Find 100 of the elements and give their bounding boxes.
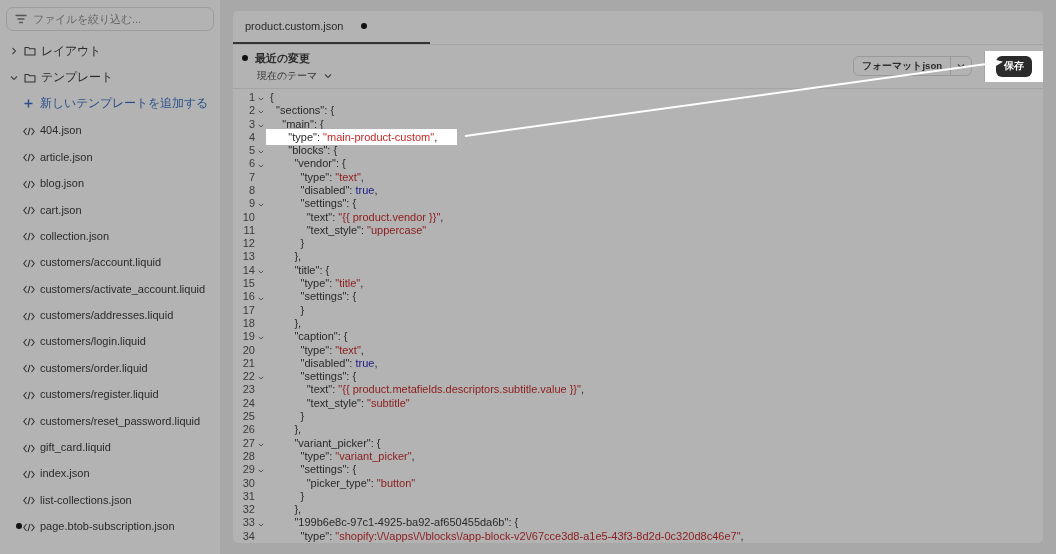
bullet-icon — [242, 55, 248, 62]
code-line: }, — [293, 316, 303, 331]
line-number: 29 — [241, 463, 255, 477]
chevron-icon[interactable] — [10, 47, 18, 56]
code-line: "type": "title", — [299, 277, 365, 291]
code-line: { — [269, 90, 275, 105]
code-line: "type": "text", — [299, 170, 365, 184]
line-number: 20 — [241, 343, 255, 357]
code-line: "type": "variant_picker", — [299, 449, 416, 464]
file-item[interactable]: customers/register.liquid — [40, 388, 159, 401]
code-line: "blocks": { — [287, 144, 339, 158]
line-number: 4 — [247, 130, 255, 145]
code-icon — [23, 336, 35, 347]
file-tab[interactable]: product.custom.json — [233, 11, 430, 44]
line-number: 18 — [241, 316, 255, 331]
filter-field[interactable]: ファイルを絞り込む... — [6, 7, 214, 31]
code-line: "settings": { — [299, 197, 358, 211]
code-icon — [23, 151, 35, 163]
code-line: "settings": { — [299, 370, 358, 384]
line-number: 24 — [241, 396, 255, 411]
code-line: }, — [293, 423, 303, 437]
line-number: 10 — [241, 210, 255, 224]
code-line: } — [299, 237, 306, 251]
code-line: "type": "shopify:\/\/apps\/\/blocks\/app-block-v2\/67cce3d8-a1e5-43f3-8d2d-0c320d8c46e7", — [299, 529, 745, 543]
line-number: 14 — [241, 263, 255, 278]
folder-icon — [24, 46, 36, 57]
fold-icon[interactable] — [257, 97, 264, 102]
fold-icon[interactable] — [257, 376, 264, 381]
filter-icon — [15, 14, 27, 24]
fold-icon[interactable] — [257, 110, 264, 115]
line-number: 9 — [247, 197, 255, 211]
line-number: 27 — [241, 436, 255, 450]
file-item[interactable]: page.btob-subscription.json — [40, 520, 175, 533]
code-line: "caption": { — [293, 330, 349, 344]
folder-icon — [24, 72, 36, 83]
file-item[interactable]: customers/login.liquid — [40, 335, 146, 348]
line-number: 6 — [247, 157, 255, 171]
file-item[interactable]: customers/reset_password.liquid — [40, 414, 201, 427]
format-button[interactable]: フォーマットjson — [853, 56, 972, 77]
fold-icon[interactable] — [257, 269, 264, 274]
fold-icon[interactable] — [257, 442, 264, 447]
fold-icon[interactable] — [257, 296, 264, 301]
line-number: 30 — [241, 476, 255, 490]
file-item[interactable]: customers/addresses.liquid — [40, 309, 174, 322]
save-button[interactable]: 保存 — [996, 55, 1032, 77]
plus-icon — [24, 99, 33, 109]
file-item[interactable]: gift_card.liquid — [40, 441, 111, 454]
code-icon — [23, 415, 35, 427]
line-number: 25 — [241, 410, 255, 424]
code-line: } — [299, 410, 306, 424]
folder-item[interactable]: テンプレート — [41, 69, 113, 87]
fold-icon[interactable] — [257, 150, 264, 155]
line-number: 3 — [247, 117, 255, 131]
fold-icon[interactable] — [257, 123, 264, 128]
file-item[interactable]: blog.json — [40, 177, 85, 190]
fold-icon[interactable] — [257, 522, 264, 527]
fold-icon[interactable] — [257, 203, 264, 208]
code-icon — [23, 283, 35, 295]
caret-icon[interactable] — [957, 63, 965, 70]
file-item[interactable]: list-collections.json — [40, 493, 132, 506]
chevron-icon[interactable] — [10, 73, 18, 82]
code-icon — [23, 230, 35, 242]
code-icon — [23, 204, 35, 216]
file-item[interactable]: customers/activate_account.liquid — [40, 282, 206, 295]
add-template-link[interactable]: 新しいテンプレートを追加する — [40, 95, 208, 113]
line-number: 12 — [241, 237, 255, 251]
code-line: "settings": { — [299, 463, 358, 477]
line-number: 7 — [247, 170, 255, 184]
code-line: "text": "{{ product.metafields.descriptors.subtitle.value }}", — [305, 383, 585, 397]
fold-icon[interactable] — [257, 336, 264, 341]
line-number: 5 — [247, 144, 255, 158]
fold-icon[interactable] — [257, 469, 264, 474]
line-number: 22 — [241, 370, 255, 384]
file-item[interactable]: index.json — [40, 467, 90, 480]
line-number: 11 — [242, 223, 255, 238]
file-item[interactable]: customers/account.liquid — [40, 256, 162, 269]
line-number: 21 — [241, 356, 255, 371]
line-number: 33 — [241, 516, 255, 530]
line-number: 1 — [247, 90, 255, 105]
line-number: 26 — [241, 423, 255, 437]
code-icon — [23, 494, 35, 506]
fold-icon[interactable] — [257, 163, 264, 168]
file-item[interactable]: article.json — [40, 150, 93, 163]
file-item[interactable]: 404.json — [40, 124, 82, 137]
file-item[interactable]: customers/order.liquid — [40, 361, 148, 374]
line-number: 31 — [241, 489, 255, 504]
line-number: 32 — [241, 503, 255, 517]
code-line: "disabled": true, — [299, 184, 379, 198]
line-number: 2 — [247, 104, 255, 118]
code-line: "vendor": { — [293, 157, 347, 171]
line-number: 23 — [241, 383, 255, 397]
code-line: "text_style": "subtitle" — [305, 396, 411, 411]
code-line: } — [299, 303, 306, 317]
theme-dropdown[interactable]: 現在のテーマ — [257, 69, 332, 83]
code-line: "picker_type": "button" — [305, 476, 417, 490]
code-line: "text_style": "uppercase" — [305, 223, 428, 238]
file-item[interactable]: collection.json — [40, 229, 110, 242]
line-number: 16 — [241, 290, 255, 304]
file-item[interactable]: cart.json — [40, 203, 82, 216]
folder-item[interactable]: レイアウト — [41, 42, 101, 60]
